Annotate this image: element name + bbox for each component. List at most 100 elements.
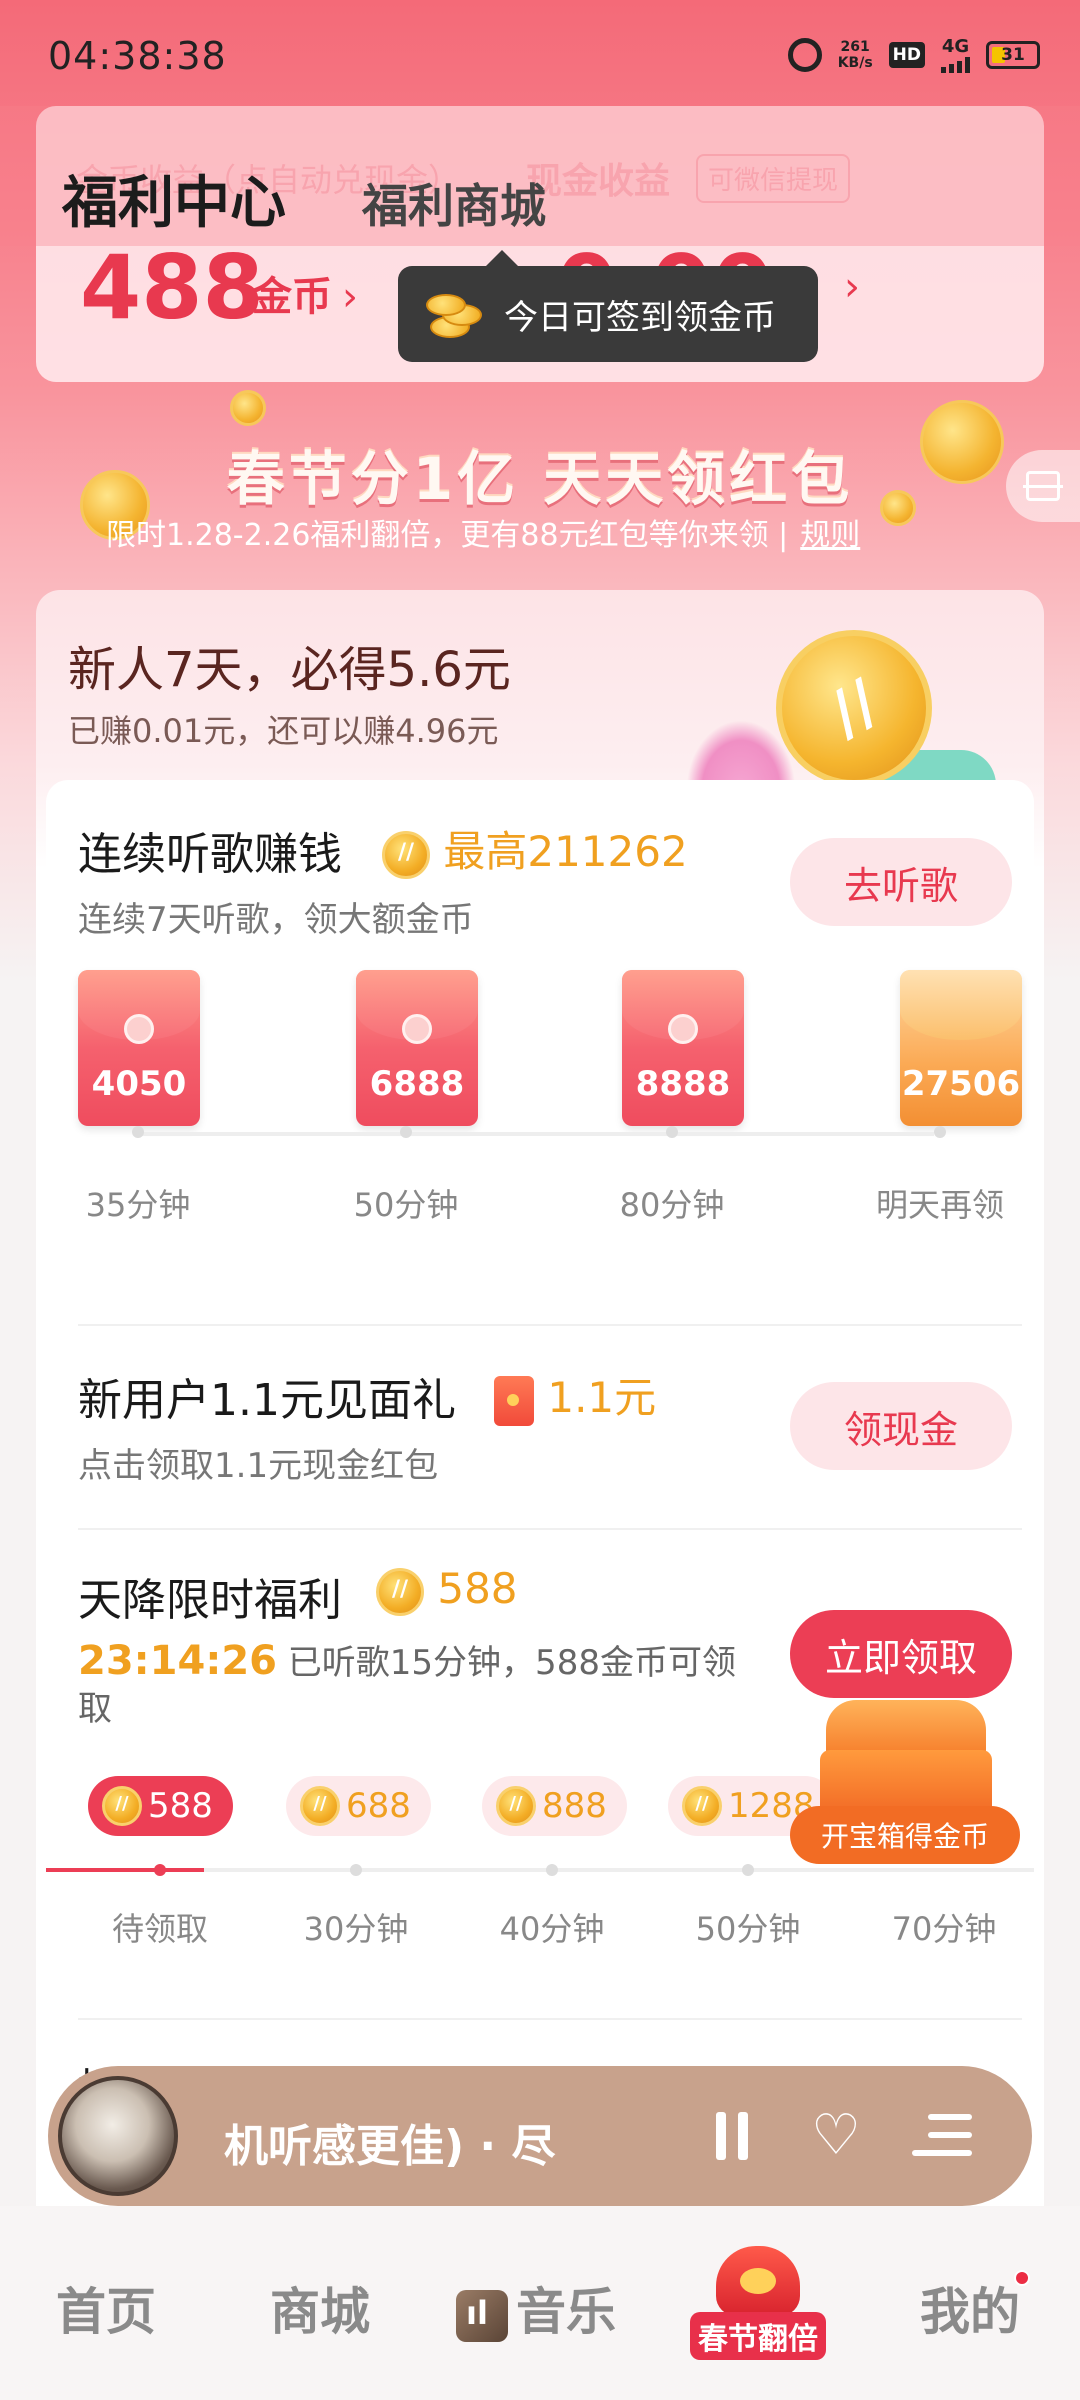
chevron-right-icon[interactable]: › bbox=[844, 264, 860, 310]
coin-unit-label: 金币 bbox=[252, 274, 332, 320]
nav-mine[interactable]: 我的 bbox=[920, 2272, 1020, 2344]
nav-music[interactable]: 音乐 bbox=[456, 2272, 616, 2344]
heart-icon[interactable]: ♡ bbox=[804, 2104, 868, 2168]
progress-dot bbox=[666, 1126, 678, 1138]
reward-time-label: 50分钟 bbox=[353, 1186, 459, 1224]
battery-icon: 31 bbox=[986, 40, 1040, 69]
nav-spring-label: 春节翻倍 bbox=[690, 2312, 826, 2360]
gift-amount: 1.1元 bbox=[547, 1373, 657, 1422]
music-icon bbox=[456, 2289, 508, 2342]
bonus-step-chip-2[interactable]: 688 bbox=[286, 1776, 431, 1836]
nav-home[interactable]: 首页 bbox=[56, 2272, 156, 2344]
progress-dot bbox=[154, 1864, 166, 1876]
scan-icon bbox=[1023, 471, 1063, 501]
tooltip-text: 今日可签到领金币 bbox=[504, 297, 776, 338]
progress-dot bbox=[742, 1864, 754, 1876]
reward-redpack-2[interactable]: 6888 bbox=[356, 970, 478, 1126]
limited-bonus-title: 天降限时福利 bbox=[78, 1575, 342, 1626]
newbie-subtitle: 已赚0.01元，还可以赚4.96元 bbox=[68, 712, 499, 750]
red-envelope-icon bbox=[494, 1375, 534, 1426]
scan-button[interactable] bbox=[1006, 450, 1080, 522]
divider bbox=[78, 2018, 1022, 2020]
nav-music-label: 音乐 bbox=[516, 2283, 616, 2341]
reward-goldpack-4[interactable]: 27506 bbox=[900, 970, 1022, 1126]
step-coins: 688 bbox=[346, 1786, 411, 1826]
now-playing-title[interactable]: 机听感更佳) · 尽 bbox=[224, 2110, 704, 2174]
hd-voice-icon: HD bbox=[888, 41, 925, 68]
coin-icon bbox=[376, 1567, 424, 1616]
page-title[interactable]: 福利中心 bbox=[62, 158, 286, 239]
checkin-tooltip[interactable]: 今日可签到领金币 bbox=[398, 250, 818, 362]
reward-amount: 27506 bbox=[901, 1064, 1021, 1104]
nav-mall[interactable]: 商城 bbox=[270, 2272, 370, 2344]
limited-bonus-desc-line2: 取 bbox=[78, 1689, 112, 1729]
wechat-withdraw-badge: 可微信提现 bbox=[696, 153, 851, 203]
playlist-icon[interactable] bbox=[912, 2110, 972, 2162]
step-coins: 588 bbox=[148, 1786, 213, 1826]
network-speed-unit: KB/s bbox=[837, 54, 873, 71]
pause-icon[interactable] bbox=[704, 2108, 760, 2164]
step-label: 40分钟 bbox=[499, 1910, 605, 1948]
bottom-navigation: 首页 商城 音乐 春节翻倍 我的 bbox=[0, 2206, 1080, 2400]
mini-player[interactable]: 机听感更佳) · 尽 ♡ bbox=[48, 2066, 1032, 2206]
listen-task-title: 连续听歌赚钱 bbox=[78, 829, 342, 880]
new-user-gift-highlight: 1.1元 bbox=[494, 1364, 656, 1426]
big-coin-icon: // bbox=[776, 630, 932, 786]
reward-redpack-3[interactable]: 8888 bbox=[622, 970, 744, 1126]
album-cover-image[interactable] bbox=[58, 2076, 178, 2196]
progress-dot bbox=[400, 1126, 412, 1138]
bonus-progress-fill bbox=[46, 1868, 204, 1872]
status-bar: 04:38:38 261 KB/s HD 4G 31 bbox=[0, 0, 1080, 110]
go-listen-button[interactable]: 去听歌 bbox=[790, 838, 1012, 926]
progress-dot bbox=[546, 1864, 558, 1876]
chevron-right-icon: › bbox=[342, 274, 358, 320]
reward-amount: 8888 bbox=[635, 1064, 731, 1104]
divider bbox=[78, 1324, 1022, 1326]
network-speed: 261 KB/s bbox=[838, 39, 873, 71]
listen-task-max-coins: 最高211262 bbox=[443, 827, 688, 876]
new-user-gift-title: 新用户1.1元见面礼 bbox=[78, 1375, 456, 1426]
bonus-step-chip-1[interactable]: 588 bbox=[88, 1776, 233, 1836]
status-time: 04:38:38 bbox=[48, 34, 227, 78]
step-label: 70分钟 bbox=[891, 1910, 997, 1948]
reward-amount: 6888 bbox=[369, 1064, 465, 1104]
signal-icon: 4G bbox=[941, 36, 970, 73]
spring-festival-banner[interactable]: 春节分1亿 天天领红包 限时1.28-2.26福利翻倍，更有88元红包等你来领 … bbox=[0, 380, 1080, 580]
step-coins: 888 bbox=[542, 1786, 607, 1826]
limited-bonus-desc-line1: 已听歌15分钟，588金币可领 bbox=[287, 1643, 736, 1683]
reward-time-label: 35分钟 bbox=[85, 1186, 191, 1224]
newbie-title[interactable]: 新人7天，必得5.6元 bbox=[68, 630, 511, 700]
claim-cash-button[interactable]: 领现金 bbox=[790, 1382, 1012, 1470]
tab-welfare-mall[interactable]: 福利商城 bbox=[362, 170, 546, 236]
coin-icon bbox=[102, 1786, 142, 1826]
coin-icon bbox=[382, 830, 430, 879]
claim-now-button[interactable]: 立即领取 bbox=[790, 1610, 1012, 1698]
network-speed-value: 261 bbox=[840, 38, 870, 55]
nav-spring-festival[interactable]: 春节翻倍 bbox=[690, 2246, 826, 2360]
coin-balance[interactable]: 488 bbox=[80, 236, 264, 339]
banner-subtitle: 限时1.28-2.26福利翻倍，更有88元红包等你来领 | 规则 bbox=[106, 510, 860, 554]
limited-bonus-highlight: 588 bbox=[376, 1564, 518, 1616]
signal-bars-icon bbox=[941, 57, 970, 73]
banner-title: 春节分1亿 天天领红包 bbox=[226, 445, 854, 513]
gold-coins-icon bbox=[422, 286, 486, 342]
step-label: 30分钟 bbox=[303, 1910, 409, 1948]
battery-percent: 31 bbox=[1001, 44, 1025, 65]
reward-amount: 4050 bbox=[91, 1064, 187, 1104]
reward-time-label: 明天再领 bbox=[875, 1186, 1004, 1224]
network-type: 4G bbox=[941, 36, 970, 57]
rules-link[interactable]: 规则 bbox=[800, 518, 860, 553]
coin-balance-unit[interactable]: 金币 › bbox=[252, 264, 358, 322]
reward-time-label: 80分钟 bbox=[619, 1186, 725, 1224]
new-user-gift-subtitle: 点击领取1.1元现金红包 bbox=[78, 1446, 439, 1486]
coin-icon bbox=[300, 1786, 340, 1826]
step-label: 待领取 bbox=[111, 1910, 208, 1948]
reward-redpack-1[interactable]: 4050 bbox=[78, 970, 200, 1126]
limited-bonus-coins: 588 bbox=[437, 1564, 518, 1613]
notification-dot bbox=[1014, 2270, 1030, 2286]
treasure-chest-button[interactable]: 开宝箱得金币 bbox=[790, 1700, 1020, 1864]
coin-icon bbox=[496, 1786, 536, 1826]
bonus-step-chip-3[interactable]: 888 bbox=[482, 1776, 627, 1836]
progress-dot bbox=[132, 1126, 144, 1138]
listen-progress-track bbox=[138, 1132, 934, 1136]
